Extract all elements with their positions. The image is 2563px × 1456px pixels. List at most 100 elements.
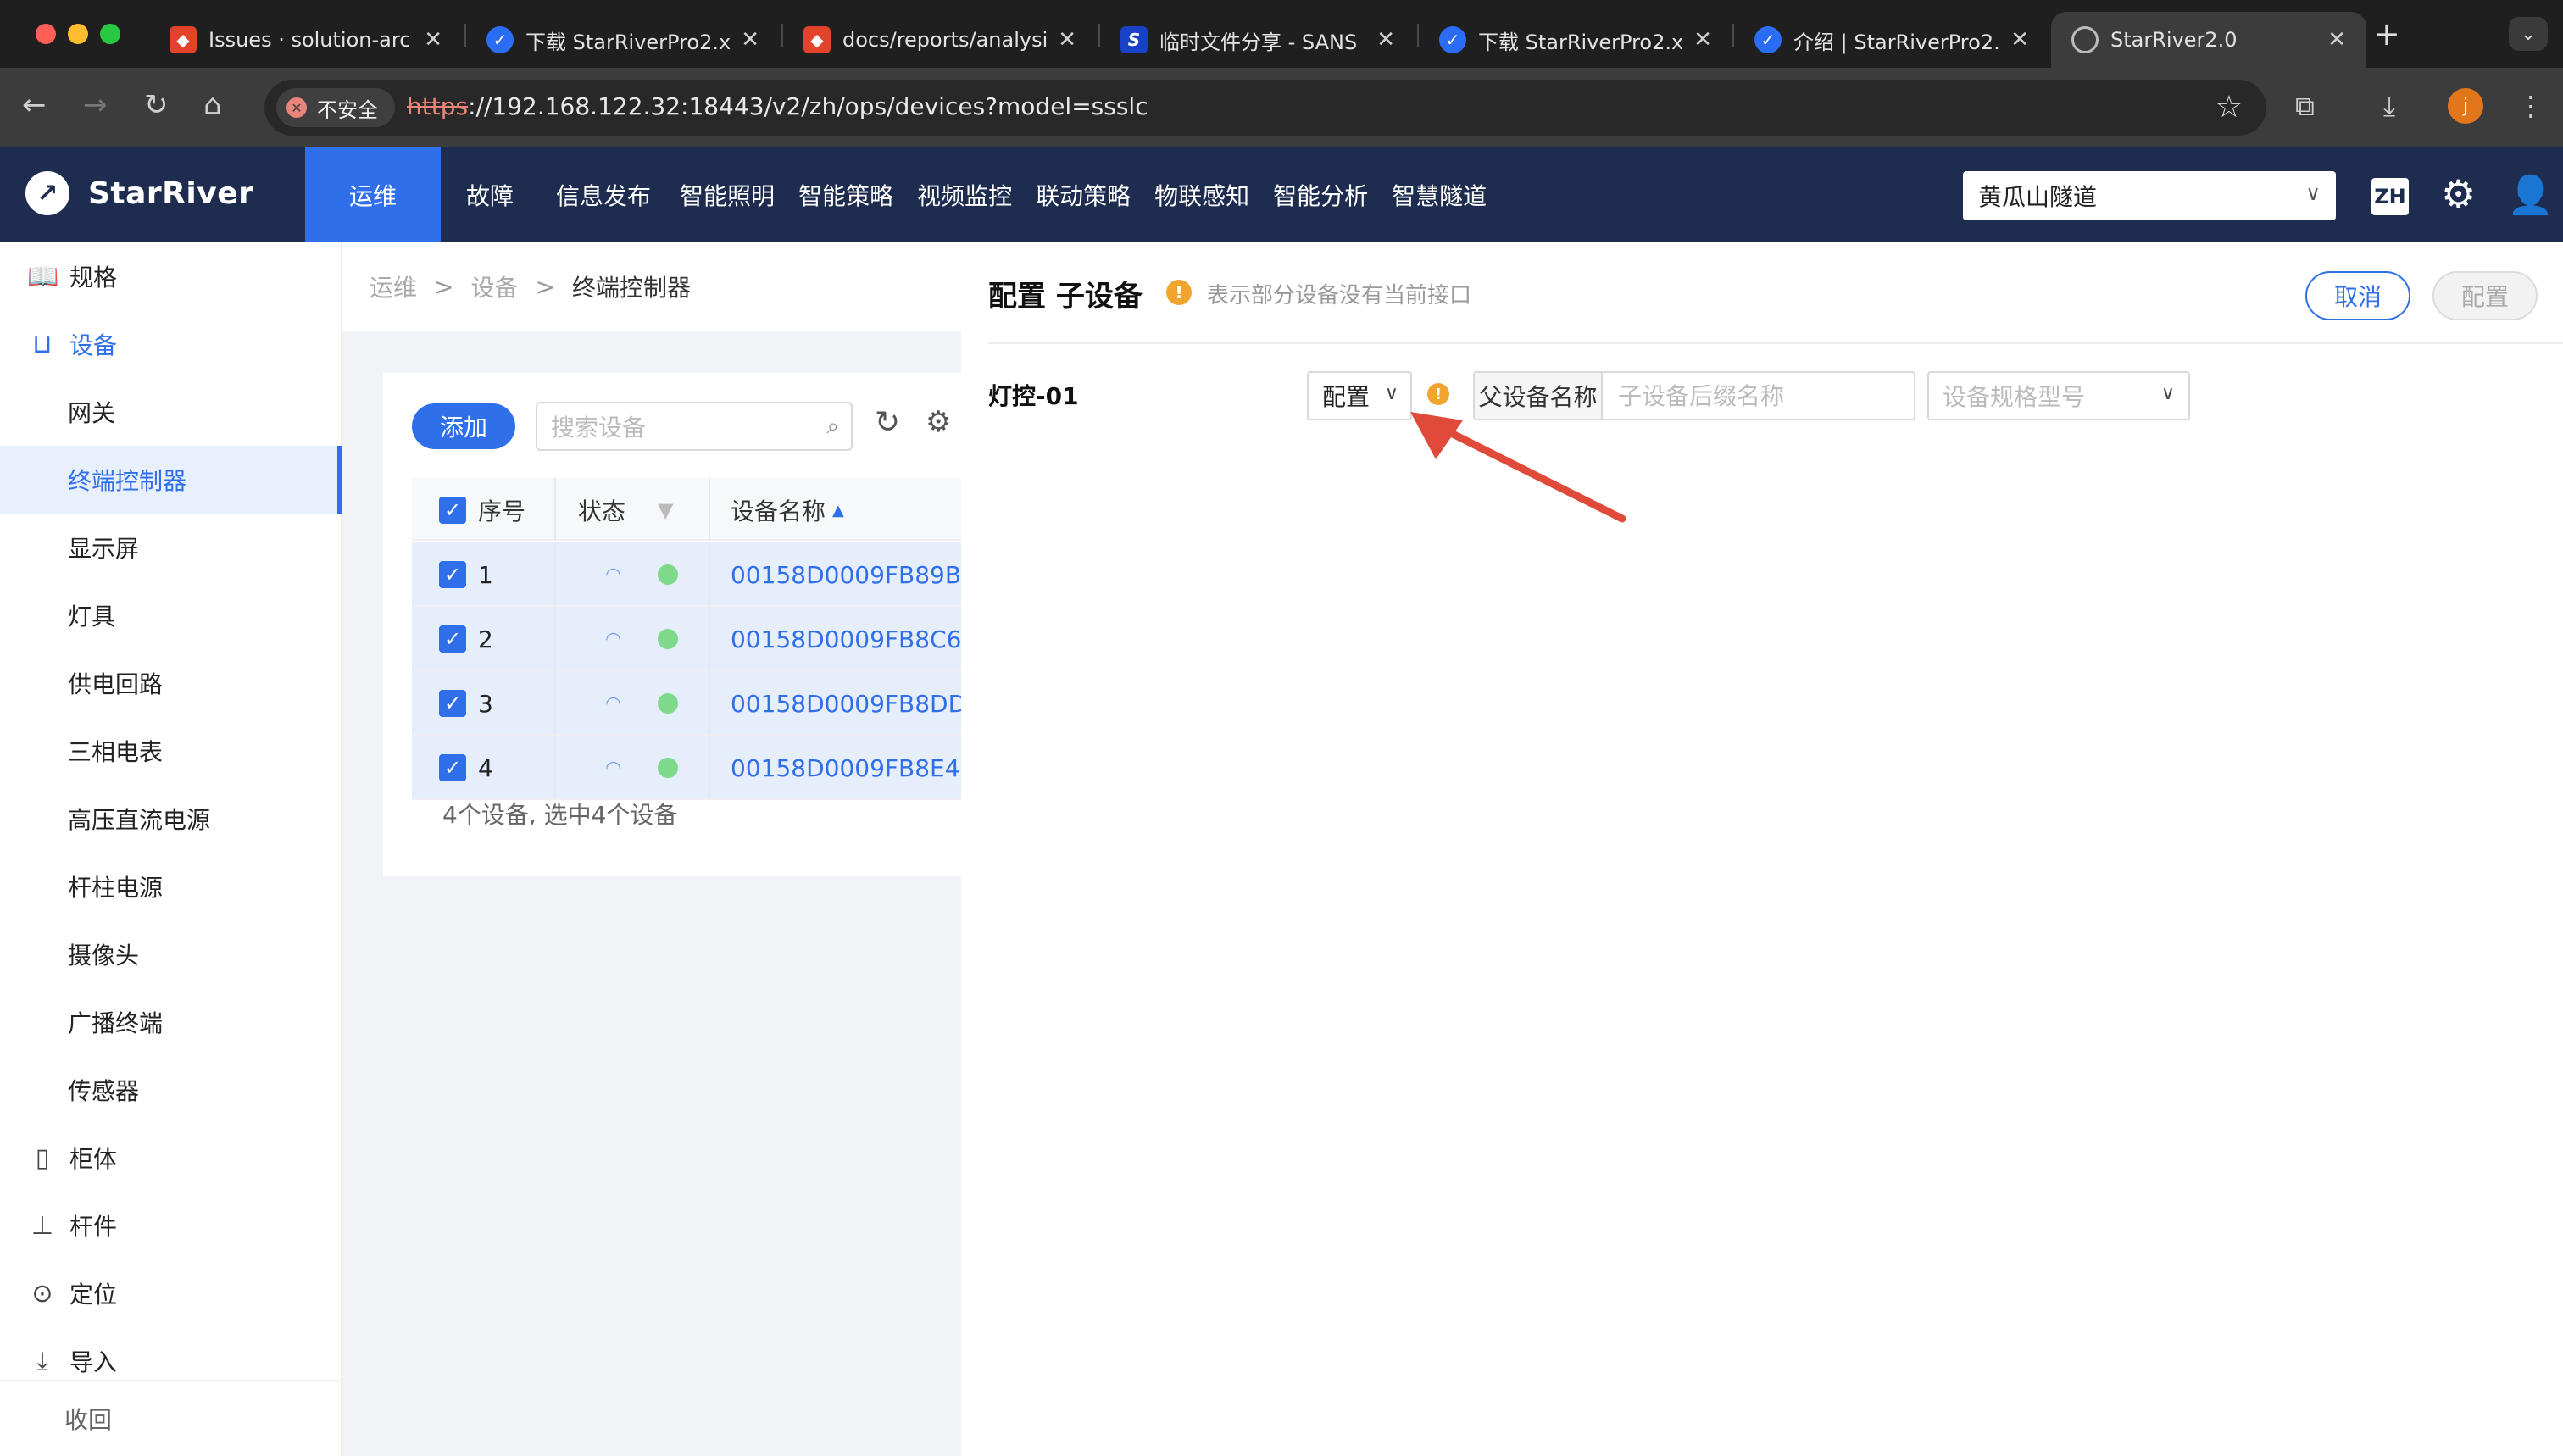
sidebar-collapse-button[interactable]: 收回 <box>0 1380 342 1456</box>
sidebar-item-specs[interactable]: 📖 规格 <box>0 242 342 310</box>
browser-tab[interactable]: ✓ 介绍 | StarRiverPro2. ✕ <box>1734 12 2049 68</box>
device-model-select[interactable]: 设备规格型号 ∨ <box>1927 371 2190 420</box>
sidebar-item-hvdc[interactable]: 高压直流电源 <box>0 785 342 853</box>
nav-faults[interactable]: 故障 <box>441 147 539 242</box>
site-select[interactable]: 黄瓜山隧道 ∨ <box>1963 171 2336 220</box>
url-text[interactable]: https://192.168.122.32:18443/v2/zh/ops/d… <box>407 92 1148 120</box>
header-name[interactable]: 设备名称 ▲ <box>731 478 844 542</box>
table-row[interactable]: ✓ 2 ◠ 00158D0009FB8C68 <box>412 607 976 671</box>
user-icon[interactable]: 👤 <box>2507 173 2554 217</box>
tab-search-button[interactable]: ⌄ <box>2509 17 2548 51</box>
maximize-window-button[interactable] <box>100 24 120 44</box>
sidebar-item-devices[interactable]: ⊔ 设备 <box>0 310 342 378</box>
row-checkbox[interactable]: ✓ <box>439 754 466 781</box>
device-name-link[interactable]: 00158D0009FB8E4D <box>731 736 978 800</box>
more-menu-icon[interactable]: ⋮ <box>2517 90 2544 122</box>
browser-tab[interactable]: S 临时文件分享 - SANS ✕ <box>1100 12 1415 68</box>
bookmark-star-icon[interactable]: ☆ <box>2216 90 2243 125</box>
row-checkbox[interactable]: ✓ <box>439 561 466 588</box>
device-search-input[interactable]: 搜索设备 ⌕ <box>536 402 853 451</box>
sidebar-item-location[interactable]: ⊙ 定位 <box>0 1259 342 1327</box>
breadcrumb-current: 终端控制器 <box>571 274 691 302</box>
home-icon[interactable]: ⌂ <box>203 88 222 122</box>
sidebar-item-cabinet[interactable]: ▯ 柜体 <box>0 1124 342 1192</box>
select-all-checkbox[interactable]: ✓ <box>439 497 466 524</box>
nav-iot[interactable]: 物联感知 <box>1143 147 1261 242</box>
sidebar-item-terminal-controller[interactable]: 终端控制器 <box>0 446 342 514</box>
nav-lighting[interactable]: 智能照明 <box>668 147 787 242</box>
close-icon[interactable]: ✕ <box>424 27 442 53</box>
browser-tab-bar: ◆ Issues · solution-arc ✕ ✓ 下载 StarRiver… <box>0 0 2563 68</box>
device-name-link[interactable]: 00158D0009FB89B5 <box>731 542 976 607</box>
header-status: 状态 <box>578 497 626 525</box>
sans-icon: S <box>1120 26 1148 53</box>
refresh-icon[interactable]: ↻ <box>875 405 900 440</box>
extensions-icon[interactable]: ⧉ <box>2295 90 2315 123</box>
row-checkbox[interactable]: ✓ <box>439 690 466 717</box>
config-submit-button[interactable]: 配置 <box>2432 271 2538 320</box>
browser-tab[interactable]: ◆ docs/reports/analysi ✕ <box>783 12 1097 68</box>
download-icon[interactable]: ⤓ <box>2383 90 2395 123</box>
online-status-dot <box>658 736 678 800</box>
profile-avatar[interactable]: j <box>2448 88 2483 124</box>
forward-icon[interactable]: → <box>83 88 108 122</box>
browser-tab[interactable]: ✓ 下载 StarRiverPro2.x ✕ <box>466 12 780 68</box>
browser-tab[interactable]: ◆ Issues · solution-arc ✕ <box>149 12 463 68</box>
breadcrumb-ops[interactable]: 运维 <box>370 270 417 303</box>
security-chip[interactable]: ✕ 不安全 <box>276 88 395 127</box>
nav-analysis[interactable]: 智能分析 <box>1261 147 1380 242</box>
wifi-icon: ◠ <box>605 564 622 586</box>
close-icon[interactable]: ✕ <box>2010 27 2029 53</box>
close-window-button[interactable] <box>36 24 56 44</box>
sidebar-item-sensor[interactable]: 传感器 <box>0 1056 342 1124</box>
sidebar-item-power-loop[interactable]: 供电回路 <box>0 649 342 717</box>
filter-icon[interactable]: ▼ <box>658 478 673 542</box>
table-row[interactable]: ✓ 1 ◠ 00158D0009FB89B5 <box>412 542 976 607</box>
nav-linkage[interactable]: 联动策略 <box>1024 147 1143 242</box>
sidebar-item-gateway[interactable]: 网关 <box>0 378 342 446</box>
address-bar[interactable]: ✕ 不安全 https://192.168.122.32:18443/v2/zh… <box>264 80 2266 136</box>
nav-strategy[interactable]: 智能策略 <box>787 147 905 242</box>
nav-video[interactable]: 视频监控 <box>905 147 1024 242</box>
close-icon[interactable]: ✕ <box>2327 27 2346 53</box>
sidebar-item-pole[interactable]: ⊥ 杆件 <box>0 1192 342 1259</box>
sidebar-item-lamp[interactable]: 灯具 <box>0 581 342 649</box>
sidebar-item-broadcast[interactable]: 广播终端 <box>0 988 342 1056</box>
sort-icon[interactable]: ▲ <box>832 502 844 520</box>
minimize-window-button[interactable] <box>68 24 88 44</box>
close-icon[interactable]: ✕ <box>741 27 759 53</box>
nav-publish[interactable]: 信息发布 <box>539 147 668 242</box>
table-row[interactable]: ✓ 3 ◠ 00158D0009FB8DD2 <box>412 671 981 736</box>
close-icon[interactable]: ✕ <box>1376 27 1395 53</box>
cancel-button[interactable]: 取消 <box>2305 271 2410 320</box>
back-icon[interactable]: ← <box>22 88 47 122</box>
nav-ops[interactable]: 运维 <box>305 147 442 242</box>
gear-icon[interactable]: ⚙ <box>926 405 951 439</box>
table-row[interactable]: ✓ 4 ◠ 00158D0009FB8E4D <box>412 736 978 800</box>
browser-tab[interactable]: ✓ 下载 StarRiverPro2.x ✕ <box>1419 12 1732 68</box>
app-logo[interactable]: ↗ StarRiver <box>25 171 253 215</box>
add-device-button[interactable]: 添加 <box>412 403 515 449</box>
row-index-cell: ✓ 1 <box>439 542 493 607</box>
sidebar-item-camera[interactable]: 摄像头 <box>0 920 342 988</box>
close-icon[interactable]: ✕ <box>1058 27 1076 53</box>
close-icon[interactable]: ✕ <box>1693 27 1712 53</box>
device-name-link[interactable]: 00158D0009FB8C68 <box>731 607 976 671</box>
sidebar-item-pole-power[interactable]: 杆柱电源 <box>0 853 342 920</box>
subdevice-suffix-input[interactable] <box>1603 373 1914 419</box>
row-checkbox[interactable]: ✓ <box>439 625 466 653</box>
reload-icon[interactable]: ↻ <box>144 88 169 122</box>
nav-tunnel[interactable]: 智慧隧道 <box>1380 147 1498 242</box>
new-tab-button[interactable]: + <box>2373 15 2400 53</box>
sidebar-item-meter[interactable]: 三相电表 <box>0 717 342 785</box>
subdevice-row-label: 灯控-01 <box>988 382 1079 410</box>
column-divider <box>554 736 556 800</box>
browser-toolbar: ← → ↻ ⌂ ✕ 不安全 https://192.168.122.32:184… <box>0 68 2563 147</box>
language-button[interactable]: ZH <box>2371 178 2409 215</box>
browser-tab-active[interactable]: StarRiver2.0 ✕ <box>2051 12 2366 68</box>
sidebar-item-display[interactable]: 显示屏 <box>0 514 342 581</box>
device-name-link[interactable]: 00158D0009FB8DD2 <box>731 671 981 736</box>
gear-icon[interactable]: ⚙ <box>2441 171 2476 217</box>
gitlab-icon: ◆ <box>170 26 197 53</box>
breadcrumb-devices[interactable]: 设备 <box>470 270 518 303</box>
